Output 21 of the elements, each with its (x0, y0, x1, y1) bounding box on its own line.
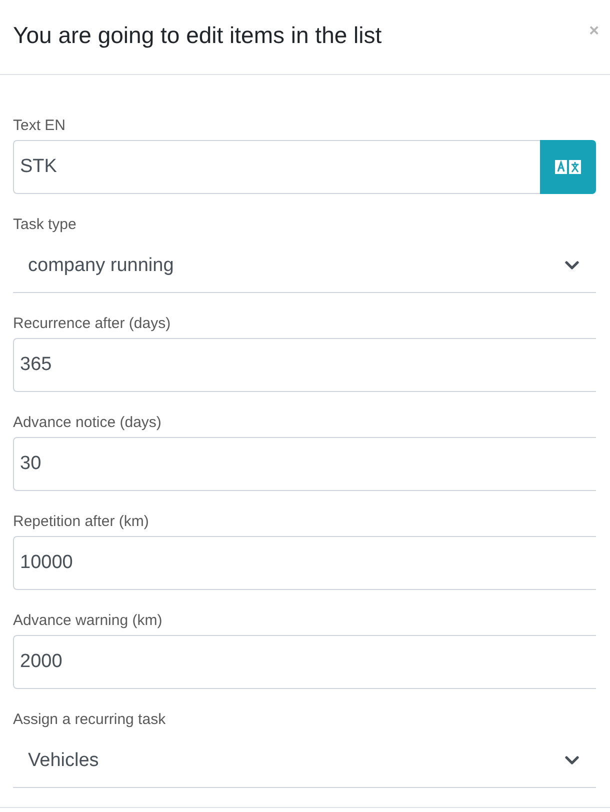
chevron-down-icon (565, 261, 579, 270)
translate-button[interactable] (540, 140, 596, 194)
field-label: Recurrence after (days) (13, 314, 172, 334)
selected-option: company running (28, 254, 174, 276)
field-label: Assign a recurring task (13, 710, 167, 730)
text-input-field[interactable]: STK (13, 140, 540, 194)
translate-icon (555, 160, 581, 174)
selected-option: Vehicles (28, 750, 99, 772)
number-input-field[interactable]: 2000 (13, 635, 596, 689)
number-input-field[interactable]: 30 (13, 437, 596, 491)
field-label: Repetition after (km) (13, 512, 150, 532)
dialog-title: You are going to edit items in the list (13, 22, 382, 50)
number-input-field[interactable]: 365 (13, 338, 596, 392)
field-label: Advance notice (days) (13, 413, 162, 433)
chevron-down-icon (565, 756, 579, 765)
select-dropdown[interactable]: Vehicles (13, 734, 596, 788)
number-input-field[interactable]: 10000 (13, 536, 596, 590)
select-dropdown[interactable]: company running (13, 239, 596, 293)
field-label: Text EN (13, 116, 67, 136)
field-label: Advance warning (km) (13, 611, 164, 631)
field-label: Task type (13, 215, 78, 235)
